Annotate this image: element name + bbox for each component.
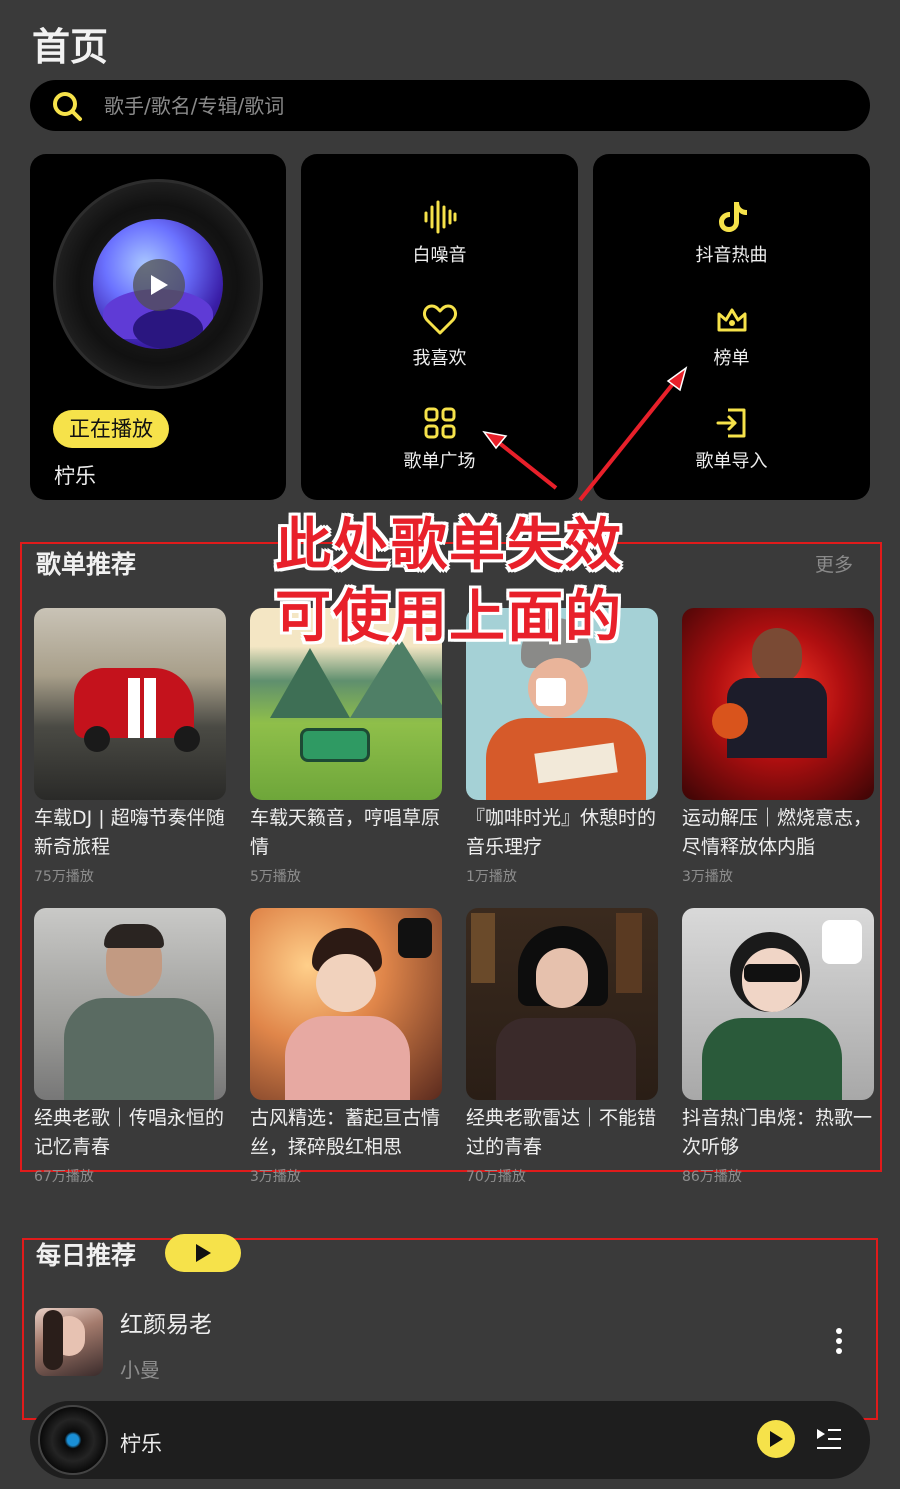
more-link[interactable]: 更多 — [815, 550, 853, 577]
playlist-cover — [466, 908, 658, 1100]
playlist-card[interactable]: 车载DJ | 超嗨节奏伴随新奇旅程 75万播放 — [34, 608, 228, 886]
playlist-cover — [682, 608, 874, 800]
playlist-title: 运动解压｜燃烧意志，尽情释放体内脂 — [682, 807, 873, 858]
play-icon — [770, 1431, 783, 1447]
playlist-cover — [250, 908, 442, 1100]
playlist-title: 古风精选：蓄起亘古情丝，揉碎殷红相思 — [250, 1107, 441, 1158]
playlist-title: 车载天籁音，哼唱草原情 — [250, 807, 441, 858]
section-title-playlists: 歌单推荐 — [36, 550, 137, 579]
playlist-title: 『咖啡时光』休憩时的音乐理疗 — [466, 807, 657, 858]
playlist-plays: 75万播放 — [34, 869, 94, 885]
playlist-cover — [682, 908, 874, 1100]
playlist-cover — [34, 908, 226, 1100]
playlist-plays: 70万播放 — [466, 1169, 526, 1185]
play-all-button[interactable] — [165, 1234, 241, 1272]
playlist-cover — [34, 608, 226, 800]
mini-player-title[interactable]: 柠乐 — [120, 1428, 162, 1458]
playlist-title: 车载DJ | 超嗨节奏伴随新奇旅程 — [34, 807, 225, 858]
mini-player-disc — [38, 1405, 108, 1475]
song-title[interactable]: 红颜易老 — [120, 1305, 212, 1339]
playlist-title: 经典老歌｜传唱永恒的记忆青春 — [34, 1107, 225, 1158]
annotation-text-line1: 此处歌单失效 — [275, 513, 623, 578]
playlist-plays: 3万播放 — [250, 1169, 301, 1185]
play-icon — [196, 1244, 211, 1262]
song-artist: 小曼 — [120, 1358, 160, 1382]
mini-play-button[interactable] — [757, 1420, 795, 1458]
section-title-daily: 每日推荐 — [36, 1241, 137, 1270]
playlist-card[interactable]: 古风精选：蓄起亘古情丝，揉碎殷红相思 3万播放 — [250, 908, 444, 1186]
playlist-plays: 67万播放 — [34, 1169, 94, 1185]
playlist-title: 经典老歌雷达｜不能错过的青春 — [466, 1107, 657, 1158]
playlist-card[interactable]: 经典老歌｜传唱永恒的记忆青春 67万播放 — [34, 908, 228, 1186]
playlist-plays: 86万播放 — [682, 1169, 742, 1185]
playlist-card[interactable]: 运动解压｜燃烧意志，尽情释放体内脂 3万播放 — [682, 608, 876, 886]
annotation-text-line2: 可使用上面的 — [275, 585, 623, 650]
song-thumbnail — [35, 1308, 103, 1376]
playlist-title: 抖音热门串烧：热歌一次听够 — [682, 1107, 873, 1158]
more-vertical-icon[interactable] — [828, 1326, 850, 1356]
playlist-plays: 5万播放 — [250, 869, 301, 885]
playlist-card[interactable]: 抖音热门串烧：热歌一次听够 86万播放 — [682, 908, 876, 1186]
playlist-queue-icon[interactable] — [815, 1425, 843, 1453]
playlist-plays: 3万播放 — [682, 869, 733, 885]
playlist-plays: 1万播放 — [466, 869, 517, 885]
playlist-card[interactable]: 经典老歌雷达｜不能错过的青春 70万播放 — [466, 908, 660, 1186]
